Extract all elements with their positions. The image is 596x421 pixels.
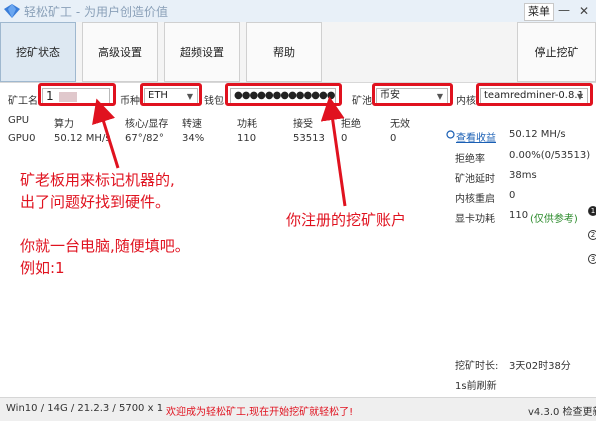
side-marker-3[interactable]: 3 (588, 254, 596, 264)
reject-rate-label: 拒绝率 (455, 154, 485, 165)
table-cell-accepted: 53513 (293, 133, 325, 144)
window-title: 轻松矿工 - 为用户创造价值 (24, 5, 168, 19)
table-header-fan: 转速 (182, 119, 202, 130)
coin-highlight (140, 83, 202, 106)
kernel-label: 内核 (456, 96, 476, 107)
pool-latency-value: 38ms (509, 170, 537, 181)
tab-mining-status[interactable]: 挖矿状态 (0, 22, 76, 82)
table-cell-power: 110 (237, 133, 257, 144)
app-logo-icon (4, 4, 20, 18)
worker-highlight (38, 83, 116, 106)
kernel-restart-label: 内核重启 (455, 194, 495, 205)
table-cell-fan: 34% (182, 133, 205, 144)
pool-highlight (372, 83, 453, 106)
table-cell-invalid: 0 (390, 133, 397, 144)
worker-note-line-3: 你就一台电脑,随便填吧。 (20, 237, 190, 255)
worker-note-line-4: 例如:1 (20, 259, 65, 277)
version-check-link[interactable]: v4.3.0 检查更新 (528, 403, 596, 418)
table-cell-temp: 67°/82° (125, 133, 164, 144)
table-cell-rejected: 0 (341, 133, 348, 144)
tab-help[interactable]: 帮助 (246, 22, 322, 82)
refresh-text: 1s前刷新 (455, 381, 497, 392)
tab-advanced-settings[interactable]: 高级设置 (82, 22, 158, 82)
close-button[interactable]: ✕ (576, 3, 592, 19)
tab-overclock-settings[interactable]: 超频设置 (164, 22, 240, 82)
pool-latency-label: 矿池延时 (455, 174, 495, 185)
menu-button[interactable]: 菜单 (524, 3, 554, 21)
table-header-invalid: 无效 (390, 119, 410, 130)
welcome-message: 欢迎成为轻松矿工,现在开始挖矿就轻松了! (166, 407, 354, 418)
table-header-hashrate: 算力 (54, 119, 74, 130)
table-header-accepted: 接受 (293, 119, 313, 130)
wallet-note: 你注册的挖矿账户 (286, 211, 407, 229)
link-icon (446, 130, 455, 139)
minimize-button[interactable]: — (556, 3, 572, 19)
pool-label: 矿池 (352, 96, 372, 107)
table-header-rejected: 拒绝 (341, 119, 361, 130)
runtime-value: 3天02时38分 (509, 361, 571, 372)
side-marker-2[interactable]: 2 (588, 230, 596, 240)
gpu-power-note: (仅供参考) (530, 214, 578, 225)
reject-rate-value: 0.00%(0/53513) (509, 150, 591, 161)
side-marker-1[interactable]: 1 (588, 206, 596, 216)
table-header-gpu: GPU (8, 115, 30, 126)
coin-label: 币种 (120, 96, 140, 107)
kernel-restart-value: 0 (509, 190, 516, 201)
gpu-power-value: 110 (509, 210, 529, 221)
worker-note-line-2: 出了问题好找到硬件。 (20, 193, 171, 211)
worker-name-label: 矿工名 (8, 96, 38, 107)
wallet-label: 钱包 (204, 96, 224, 107)
view-earnings-link[interactable]: 查看收益 (456, 129, 496, 144)
hashrate-value: 50.12 MH/s (509, 129, 566, 140)
table-header-temp: 核心/显存 (125, 119, 169, 130)
table-cell-hashrate: 50.12 MH/s (54, 133, 111, 144)
runtime-label: 挖矿时长: (455, 361, 499, 372)
wallet-highlight (225, 83, 342, 106)
system-info: Win10 / 14G / 21.2.3 / 5700 x 1 (6, 403, 164, 414)
table-header-power: 功耗 (237, 119, 257, 130)
stop-mining-button[interactable]: 停止挖矿 (517, 22, 596, 82)
gpu-power-label: 显卡功耗 (455, 214, 495, 225)
kernel-highlight (476, 83, 593, 106)
worker-note-line-1: 矿老板用来标记机器的, (20, 171, 175, 189)
table-cell-gpu: GPU0 (8, 133, 36, 144)
